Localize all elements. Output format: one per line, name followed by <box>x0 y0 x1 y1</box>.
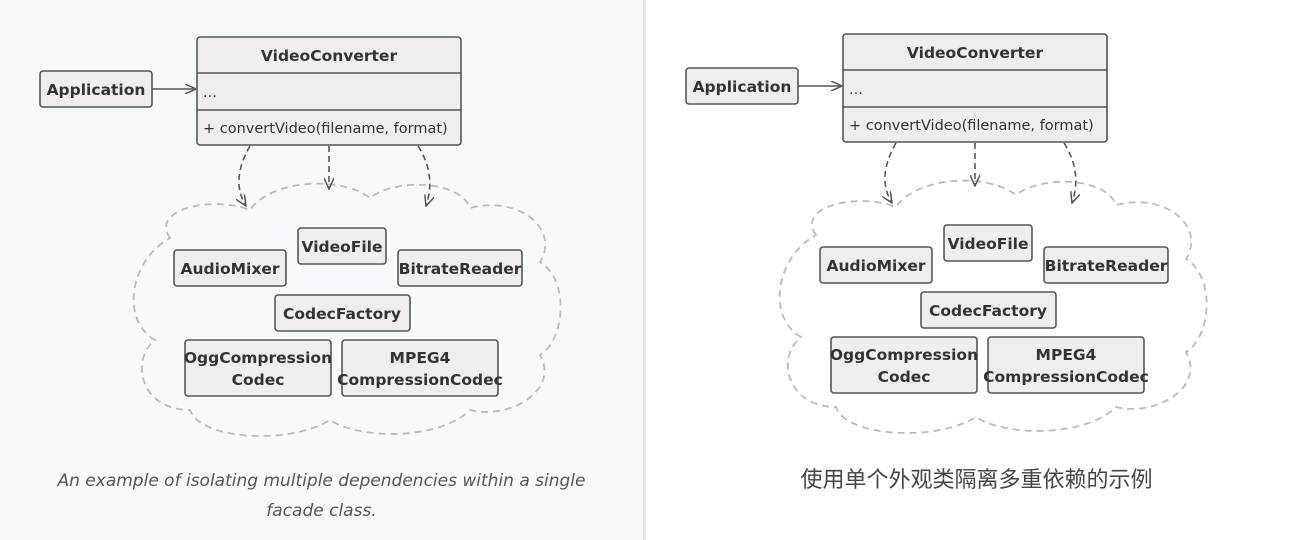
svg-text:Codec: Codec <box>878 368 931 386</box>
svg-text:AudioMixer: AudioMixer <box>827 257 926 275</box>
audio-mixer-box: AudioMixer <box>173 249 287 287</box>
svg-text:OggCompression: OggCompression <box>184 349 332 367</box>
application-box: Application <box>685 67 799 105</box>
dependency-arrow-left <box>885 142 897 203</box>
svg-text:BitrateReader: BitrateReader <box>399 260 522 278</box>
mpeg4-compression-codec-box: MPEG4 CompressionCodec <box>983 336 1149 394</box>
class-method: + convertVideo(filename, format) <box>849 118 1094 134</box>
diagram-panel-english: Application VideoConverter ... + convert… <box>0 0 646 540</box>
video-file-box: VideoFile <box>297 227 387 265</box>
svg-text:Codec: Codec <box>232 371 285 389</box>
svg-text:VideoFile: VideoFile <box>301 238 382 256</box>
dependency-arrow-left <box>239 145 251 206</box>
class-fields: ... <box>203 85 217 101</box>
dependency-arrow-right <box>1063 142 1076 203</box>
diagram-panel-chinese: Application VideoConverter ... + convert… <box>660 0 1293 540</box>
svg-text:CompressionCodec: CompressionCodec <box>983 368 1149 386</box>
class-fields: ... <box>849 82 863 98</box>
svg-text:CodecFactory: CodecFactory <box>283 305 401 323</box>
ogg-compression-codec-box: OggCompression Codec <box>184 339 332 397</box>
bitrate-reader-box: BitrateReader <box>397 249 523 287</box>
dependency-arrow-right <box>417 145 430 206</box>
figure-caption: An example of isolating multiple depende… <box>57 471 586 521</box>
svg-text:MPEG4: MPEG4 <box>390 349 451 367</box>
application-label: Application <box>47 81 146 99</box>
application-box: Application <box>39 70 153 108</box>
svg-text:CodecFactory: CodecFactory <box>929 302 1047 320</box>
facade-diagram: Application VideoConverter ... + convert… <box>39 36 562 437</box>
class-title: VideoConverter <box>261 47 398 65</box>
class-method: + convertVideo(filename, format) <box>203 121 448 137</box>
audio-mixer-box: AudioMixer <box>819 246 933 284</box>
svg-text:VideoFile: VideoFile <box>947 235 1028 253</box>
figure-caption-chinese: 使用单个外观类隔离多重依赖的示例 <box>800 468 1153 493</box>
mpeg4-compression-codec-box: MPEG4 CompressionCodec <box>337 339 503 397</box>
application-label: Application <box>693 78 792 96</box>
svg-text:BitrateReader: BitrateReader <box>1045 257 1168 275</box>
svg-text:CompressionCodec: CompressionCodec <box>337 371 503 389</box>
ogg-compression-codec-box: OggCompression Codec <box>830 336 978 394</box>
codec-factory-box: CodecFactory <box>920 291 1057 329</box>
video-converter-class: VideoConverter ... + convertVideo(filena… <box>196 36 462 146</box>
video-file-box: VideoFile <box>943 224 1033 262</box>
video-converter-class: VideoConverter ... + convertVideo(filena… <box>842 33 1108 143</box>
svg-text:AudioMixer: AudioMixer <box>181 260 280 278</box>
class-title: VideoConverter <box>907 44 1044 62</box>
facade-diagram: Application VideoConverter ... + convert… <box>685 33 1208 434</box>
svg-text:OggCompression: OggCompression <box>830 346 978 364</box>
codec-factory-box: CodecFactory <box>274 294 411 332</box>
bitrate-reader-box: BitrateReader <box>1043 246 1169 284</box>
svg-text:MPEG4: MPEG4 <box>1036 346 1097 364</box>
